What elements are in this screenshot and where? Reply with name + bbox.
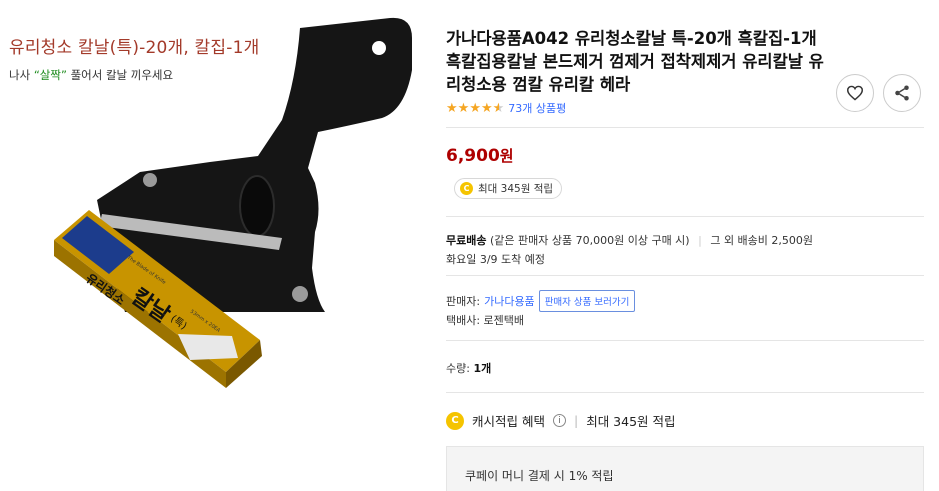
divider <box>446 275 924 276</box>
cash-benefit-row: C 캐시적립 혜택 i | 최대 345원 적립 <box>446 411 676 430</box>
price-value: 6,900 <box>446 146 500 166</box>
divider <box>446 392 924 393</box>
cash-coin-icon: C <box>446 411 464 430</box>
star-icon: ★ <box>446 100 458 116</box>
separator: | <box>573 413 579 428</box>
share-button[interactable] <box>883 74 921 112</box>
seller-row: 판매자: 가나다용품 판매자 상품 보러가기 <box>446 290 636 312</box>
product-page: 유리청소 칼날 (특) The Blade of Knife 53mm x 20… <box>0 0 939 491</box>
product-title: 가나다용품A042 유리청소칼날 특-20개 흑칼집-1개 흑칼집용칼날 본드제… <box>446 29 824 94</box>
seller-name-link[interactable]: 가나다용품 <box>484 293 535 309</box>
image-caption-sub: 나사 “살짝” 풀어서 칼날 끼우세요 <box>9 67 173 83</box>
share-icon <box>895 85 909 101</box>
separator: | <box>698 234 702 247</box>
image-caption-title: 유리청소 칼날(특)-20개, 칼집-1개 <box>9 38 260 58</box>
seller-products-button[interactable]: 판매자 상품 보러가기 <box>538 290 636 312</box>
image-sub-suffix: 풀어서 칼날 끼우세요 <box>70 68 174 82</box>
divider <box>446 216 924 217</box>
divider <box>446 127 924 128</box>
hanging-hole <box>372 41 386 55</box>
coupay-benefit-text: 쿠페이 머니 결제 시 1% 적립 <box>465 469 614 483</box>
star-icon: ★ <box>469 100 481 116</box>
screw-top <box>143 173 157 187</box>
product-info: 가나다용품A042 유리청소칼날 특-20개 흑칼집-1개 흑칼집용칼날 본드제… <box>446 0 939 491</box>
image-sub-highlight: “살짝” <box>33 68 67 82</box>
quantity-label: 수량: <box>446 362 470 375</box>
star-icon: ★ <box>457 100 470 116</box>
price-unit: 원 <box>499 147 514 165</box>
review-count-link[interactable]: 73개 상품평 <box>508 100 566 116</box>
heart-icon <box>846 85 864 101</box>
product-image[interactable]: 유리청소 칼날 (특) The Blade of Knife 53mm x 20… <box>0 0 432 491</box>
cash-coin-icon: C <box>460 182 473 195</box>
seller-label: 판매자: <box>446 295 481 308</box>
divider <box>446 340 924 341</box>
courier-info: 택배사: 로젠택배 <box>446 314 525 327</box>
shipping-info: 무료배송 (같은 판매자 상품 70,000원 이상 구매 시) | 그 외 배… <box>446 232 813 248</box>
screw-bottom <box>292 286 308 302</box>
free-shipping-label: 무료배송 <box>446 234 487 247</box>
quantity-row: 수량: 1개 <box>446 360 491 376</box>
cash-benefit-max: 최대 345원 적립 <box>586 414 676 429</box>
like-button[interactable] <box>836 74 874 112</box>
rating-stars: ★ ★ ★ ★ ★ <box>446 102 504 115</box>
price: 6,900원 <box>446 145 514 166</box>
star-half-icon: ★ <box>492 100 505 116</box>
cash-benefit-label: 캐시적립 혜택 <box>472 414 545 429</box>
cash-reward-text: 최대 345원 적립 <box>478 183 554 195</box>
star-icon: ★ <box>480 100 493 116</box>
cash-reward-badge: C 최대 345원 적립 <box>454 178 563 199</box>
coupay-benefit-box: 쿠페이 머니 결제 시 1% 적립 <box>446 446 924 491</box>
handle-slot <box>239 175 275 237</box>
image-sub-prefix: 나사 <box>9 68 31 82</box>
arrival-date: 화요일 3/9 도착 예정 <box>446 253 546 266</box>
quantity-value: 1개 <box>473 362 492 375</box>
shipping-other: 그 외 배송비 2,500원 <box>710 234 814 247</box>
info-icon[interactable]: i <box>552 414 566 427</box>
rating-row: ★ ★ ★ ★ ★ 73개 상품평 <box>446 100 566 116</box>
shipping-condition: (같은 판매자 상품 70,000원 이상 구매 시) <box>489 234 690 247</box>
